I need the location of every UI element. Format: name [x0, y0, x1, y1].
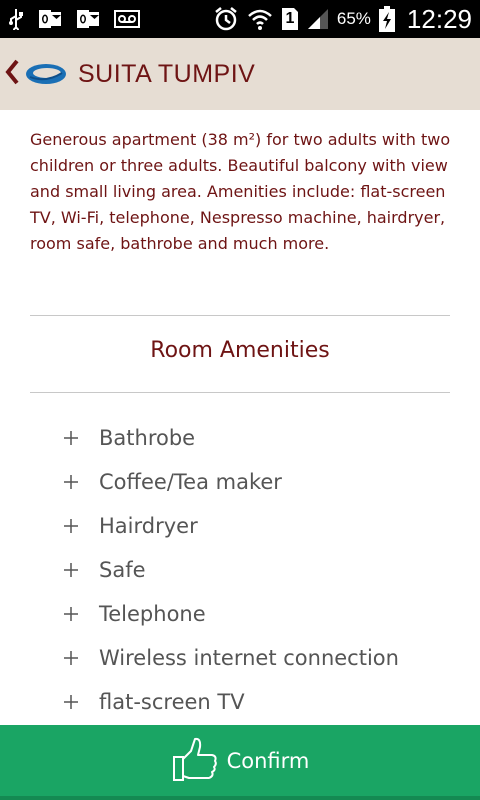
divider — [30, 392, 450, 393]
outlook-icon — [76, 9, 100, 29]
sim-1-icon: 1 — [281, 7, 299, 31]
app-header: SUITA TUMPIV — [0, 38, 480, 110]
plus-icon — [60, 603, 82, 625]
signal-icon — [307, 8, 329, 30]
list-item: Hairdryer — [60, 504, 399, 548]
chevron-left-icon — [4, 59, 20, 89]
amenity-label: Safe — [99, 558, 146, 582]
wifi-icon — [247, 7, 273, 31]
plus-icon — [60, 471, 82, 493]
list-item: Safe — [60, 548, 399, 592]
amenity-label: flat-screen TV — [99, 690, 245, 714]
alarm-icon — [213, 6, 239, 32]
plus-icon — [60, 559, 82, 581]
list-item: Telephone — [60, 592, 399, 636]
list-item: Bathrobe — [60, 416, 399, 460]
status-bar-system: 1 65% 12:29 — [213, 4, 472, 35]
clock: 12:29 — [406, 3, 472, 34]
sim-slot-number: 1 — [285, 10, 295, 27]
back-button[interactable] — [0, 38, 24, 110]
amenity-label: Coffee/Tea maker — [99, 470, 282, 494]
list-item: flat-screen TV — [60, 680, 399, 724]
list-item: Coffee/Tea maker — [60, 460, 399, 504]
amenity-label: Bathrobe — [99, 426, 196, 450]
confirm-button[interactable]: Confirm — [0, 725, 480, 800]
amenity-label: Telephone — [99, 602, 206, 626]
page-title: SUITA TUMPIV — [78, 59, 256, 88]
plus-icon — [60, 515, 82, 537]
room-details[interactable]: Generous apartment (38 m²) for two adult… — [0, 110, 480, 725]
plus-icon — [60, 427, 82, 449]
room-description: Generous apartment (38 m²) for two adult… — [30, 130, 451, 253]
amenity-label: Wireless internet connection — [99, 646, 399, 670]
voicemail-icon — [114, 10, 140, 28]
confirm-label: Confirm — [226, 748, 310, 773]
hotel-logo — [24, 61, 68, 87]
battery-charging-icon — [378, 6, 395, 32]
status-bar-notifications — [8, 8, 140, 30]
status-bar: 1 65% 12:29 — [0, 0, 480, 38]
battery-percent: 65% — [336, 9, 371, 28]
section-title: Room Amenities — [150, 338, 330, 363]
plus-icon — [60, 691, 82, 713]
thumbs-up-icon — [171, 735, 219, 783]
usb-icon — [8, 8, 24, 30]
outlook-icon — [38, 9, 62, 29]
plus-icon — [60, 647, 82, 669]
list-item: Wireless internet connection — [60, 636, 399, 680]
amenity-label: Hairdryer — [99, 514, 198, 538]
amenities-list: Bathrobe Coffee/Tea maker Hairdryer Safe… — [60, 416, 399, 724]
divider — [30, 315, 450, 316]
